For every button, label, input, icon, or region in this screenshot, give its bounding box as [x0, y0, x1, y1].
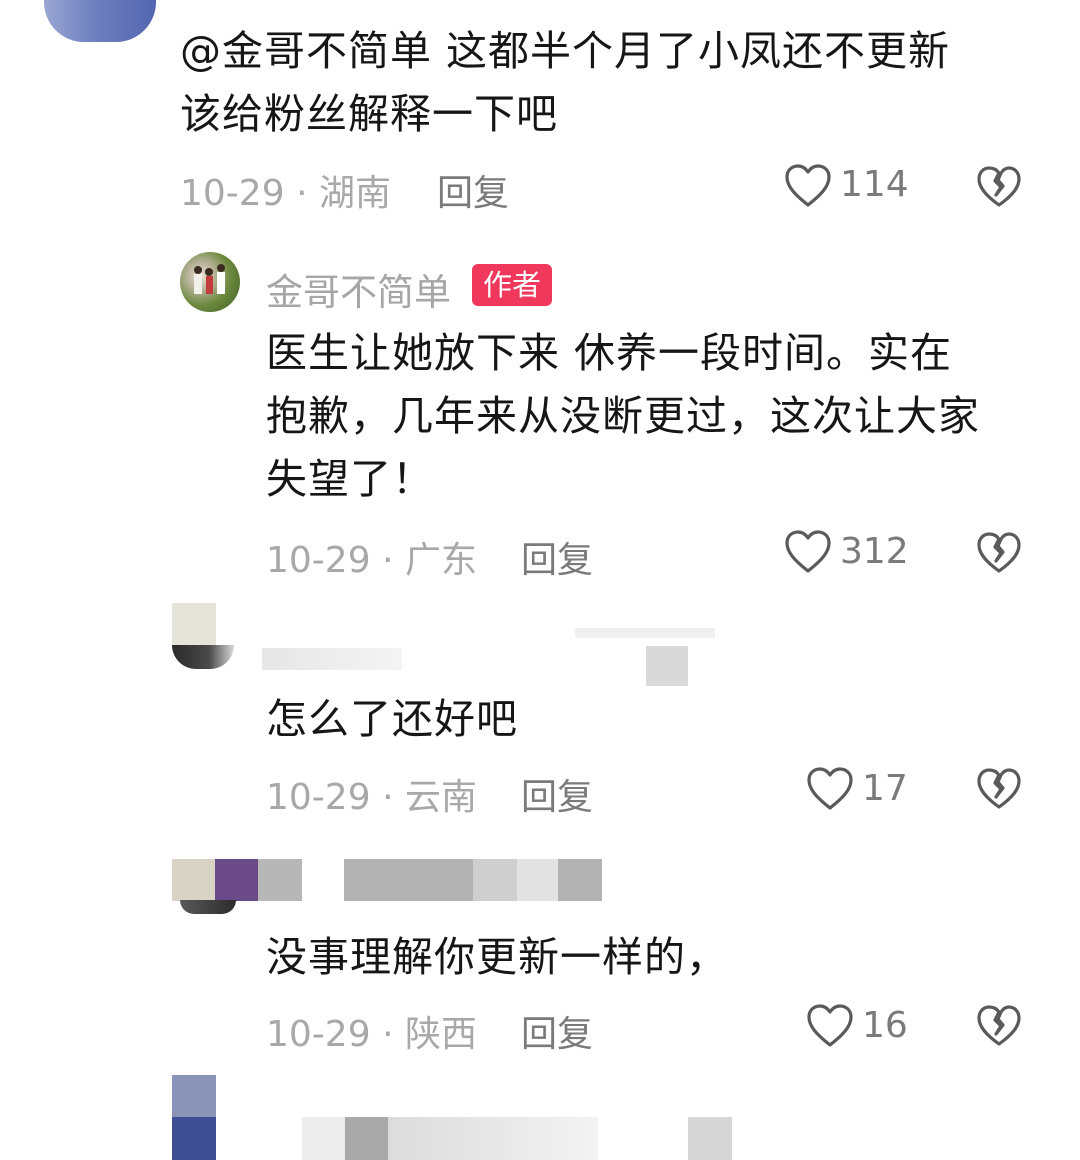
broken-heart-icon[interactable] [976, 768, 1022, 810]
author-username[interactable]: 金哥不简单 [266, 262, 451, 316]
heart-outline-icon[interactable] [806, 1004, 854, 1048]
blurred-badge [646, 646, 688, 686]
heart-outline-icon[interactable] [784, 164, 832, 208]
reply-button[interactable]: 回复 [521, 768, 593, 820]
comment-meta: 10-29 · 云南 [266, 768, 477, 820]
blurred-username [344, 859, 602, 901]
comment-meta: 10-29 · 湖南 [180, 164, 391, 216]
blurred-avatar-top[interactable] [44, 0, 156, 42]
blurred-avatar[interactable] [172, 1075, 216, 1117]
comment-location: 陕西 [404, 1014, 477, 1055]
broken-heart-icon[interactable] [976, 1005, 1022, 1047]
blurred-avatar [172, 1117, 216, 1160]
comment-text: 医生让她放下来 休养一段时间。实在 抱歉，几年来从没断更过，这次让大家 失望了！ [266, 329, 980, 503]
like-count: 114 [840, 164, 909, 205]
comment-meta: 10-29 · 陕西 [266, 1005, 477, 1057]
comment-date: 10-29 [266, 777, 371, 818]
meta-separator: · [382, 777, 394, 818]
blurred-username [575, 628, 715, 638]
comment-location: 云南 [404, 777, 477, 818]
meta-separator: · [382, 540, 394, 581]
broken-heart-icon[interactable] [976, 166, 1022, 208]
meta-separator: · [296, 173, 308, 214]
comment-date: 10-29 [266, 540, 371, 581]
blurred-badge [688, 1117, 732, 1160]
comment-date: 10-29 [266, 1014, 371, 1055]
reply-button[interactable]: 回复 [521, 1005, 593, 1057]
reply-button[interactable]: 回复 [437, 164, 509, 216]
comment-text: 怎么了还好吧 [266, 695, 518, 743]
like-count: 17 [862, 768, 908, 809]
blurred-avatar [172, 645, 234, 669]
comment-date: 10-29 [180, 173, 285, 214]
blurred-avatar[interactable] [172, 603, 216, 645]
blurred-username [262, 648, 402, 670]
like-count: 16 [862, 1005, 908, 1046]
comment-text: 没事理解你更新一样的， [266, 933, 728, 981]
broken-heart-icon[interactable] [976, 532, 1022, 574]
heart-outline-icon[interactable] [784, 530, 832, 574]
comment-meta: 10-29 · 广东 [266, 531, 477, 583]
meta-separator: · [382, 1014, 394, 1055]
like-count: 312 [840, 531, 909, 572]
comment-text: @金哥不简单 这都半个月了小凤还不更新 该给粉丝解释一下吧 [180, 27, 951, 138]
blurred-avatar[interactable] [172, 859, 258, 901]
heart-outline-icon[interactable] [806, 767, 854, 811]
blurred-username [302, 1117, 388, 1160]
author-avatar[interactable] [180, 252, 240, 312]
reply-button[interactable]: 回复 [521, 531, 593, 583]
comment-location: 广东 [404, 540, 477, 581]
avatar-figures-icon [194, 264, 225, 294]
author-badge: 作者 [472, 264, 553, 306]
comment-location: 湖南 [318, 173, 391, 214]
blurred-avatar [258, 859, 302, 901]
blurred-username [388, 1117, 598, 1160]
blurred-avatar [180, 900, 236, 914]
